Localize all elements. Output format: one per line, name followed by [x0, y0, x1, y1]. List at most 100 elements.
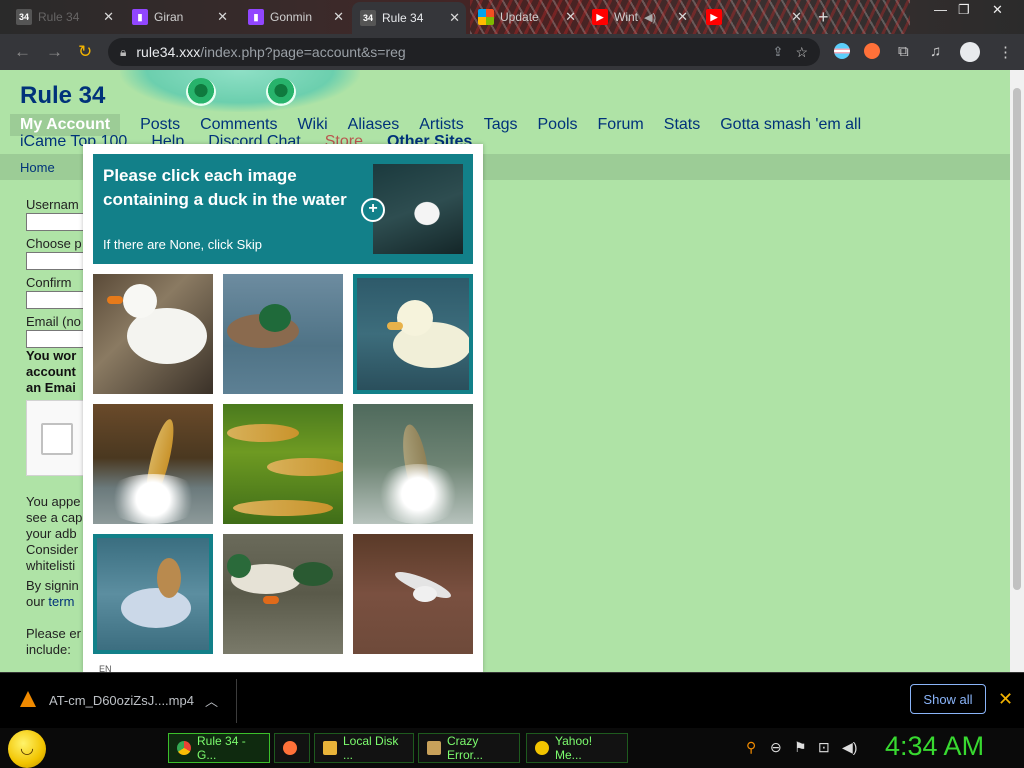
image-tile-6[interactable]: [353, 404, 473, 524]
new-tab-icon[interactable]: +: [818, 7, 829, 28]
image-tile-8[interactable]: [223, 534, 343, 654]
warning-line-2: account: [26, 364, 76, 379]
captcha-challenge: Please click each image containing a duc…: [83, 144, 483, 672]
password-field[interactable]: [26, 252, 88, 270]
task-label: Local Disk ...: [343, 734, 399, 762]
minimize-icon[interactable]: —: [934, 2, 947, 17]
duck-bill-shape: [387, 322, 403, 330]
fish-shape: [227, 424, 299, 442]
download-filename[interactable]: AT-cm_D60oziZsJ....mp4: [49, 693, 194, 708]
tray-circle-icon[interactable]: ⊖: [770, 739, 782, 756]
audio-playing-icon[interactable]: ◀): [644, 11, 656, 24]
language-selector[interactable]: EN: [99, 664, 112, 672]
close-tab-icon[interactable]: ✕: [791, 9, 802, 25]
task-label: Yahoo! Me...: [555, 734, 593, 762]
puzzle-extensions-icon[interactable]: ⧉: [898, 43, 909, 60]
start-button[interactable]: ◡: [8, 730, 46, 768]
microsoft-icon: [478, 9, 494, 25]
terms-link[interactable]: term: [48, 594, 74, 609]
close-tab-icon[interactable]: ✕: [333, 9, 344, 25]
sub-nav-home[interactable]: Home: [20, 160, 55, 175]
nav-artists[interactable]: Artists: [419, 116, 463, 134]
close-tab-icon[interactable]: ✕: [565, 9, 576, 25]
tab-rule34-1[interactable]: 34 Rule 34 ✕: [8, 4, 120, 30]
media-control-icon[interactable]: ♫: [930, 43, 941, 60]
maximize-icon[interactable]: ❐: [958, 2, 970, 18]
image-tile-9[interactable]: [353, 534, 473, 654]
close-tab-icon[interactable]: ✕: [103, 9, 114, 25]
image-tile-5[interactable]: [223, 404, 343, 524]
address-bar[interactable]: 🔒︎ rule34.xxx /index.php?page=account&s=…: [108, 38, 820, 66]
task-chrome[interactable]: Rule 34 - G...: [168, 733, 270, 763]
download-divider: [236, 679, 237, 723]
task-crazy-error[interactable]: Crazy Error...: [418, 733, 520, 763]
nav-aliases[interactable]: Aliases: [348, 116, 400, 134]
taskbar: ◡ Rule 34 - G... Local Disk ... Crazy Er…: [0, 728, 1024, 768]
bird-body-shape: [413, 586, 437, 602]
chevron-up-icon[interactable]: ︿: [205, 691, 218, 710]
close-tab-icon[interactable]: ✕: [449, 10, 460, 26]
lock-icon[interactable]: 🔒︎: [120, 45, 126, 60]
back-icon[interactable]: ←: [14, 42, 31, 62]
tab-youtube-2[interactable]: ▶ ✕: [698, 4, 808, 30]
duck-head-shape: [123, 284, 157, 318]
nav-tags[interactable]: Tags: [484, 116, 518, 134]
close-tab-icon[interactable]: ✕: [217, 9, 228, 25]
example-duck-image[interactable]: [373, 164, 463, 254]
close-tab-icon[interactable]: ✕: [677, 9, 688, 25]
clock[interactable]: 4:34 AM: [885, 731, 984, 762]
tab-twitch-2[interactable]: ▮ Gonmin ✕: [240, 4, 350, 30]
captcha-checkbox[interactable]: [41, 423, 73, 455]
image-tile-7[interactable]: [93, 534, 213, 654]
mallard-head-shape: [227, 554, 251, 578]
image-tile-2[interactable]: [223, 274, 343, 394]
username-field[interactable]: [26, 213, 88, 231]
tab-rule34-active[interactable]: 34 Rule 34 ✕: [352, 2, 466, 34]
nav-posts[interactable]: Posts: [140, 116, 180, 134]
nav-gotta-smash[interactable]: Gotta smash 'em all: [720, 116, 861, 134]
email-field[interactable]: [26, 330, 88, 348]
expand-example-icon[interactable]: +: [361, 198, 385, 222]
nav-comments[interactable]: Comments: [200, 116, 277, 134]
nav-forum[interactable]: Forum: [598, 116, 644, 134]
task-local-disk[interactable]: Local Disk ...: [314, 733, 414, 763]
tab-twitch-1[interactable]: ▮ Giran ✕: [124, 4, 234, 30]
fish-shape: [233, 500, 333, 516]
image-tile-1[interactable]: [93, 274, 213, 394]
nav-pools[interactable]: Pools: [538, 116, 578, 134]
scrollbar-thumb[interactable]: [1013, 88, 1021, 590]
task-firefox[interactable]: [274, 733, 310, 763]
reload-icon[interactable]: ↻: [78, 42, 92, 62]
volume-icon[interactable]: ◀): [842, 739, 857, 756]
nav-wiki[interactable]: Wiki: [297, 116, 327, 134]
page-scrollbar[interactable]: [1010, 70, 1024, 672]
tab-title: Rule 34: [382, 11, 424, 25]
signing-line-2: our term: [26, 594, 86, 610]
search-icon[interactable]: ⚲: [746, 739, 756, 756]
tab-update[interactable]: Update ✕: [470, 4, 582, 30]
extension-flag-icon[interactable]: [834, 43, 850, 59]
image-tile-3[interactable]: [353, 274, 473, 394]
pale-duck-shape: [121, 588, 191, 628]
nav-stats[interactable]: Stats: [664, 116, 700, 134]
menu-dots-icon[interactable]: ⋮: [998, 43, 1013, 61]
site-title[interactable]: Rule 34: [20, 82, 105, 110]
tab-title: Rule 34: [38, 10, 80, 24]
task-yahoo[interactable]: Yahoo! Me...: [526, 733, 628, 763]
tab-youtube-1[interactable]: ▶ Wint ◀) ✕: [584, 4, 694, 30]
please-line-1: Please er: [26, 626, 81, 641]
extension-fire-icon[interactable]: [864, 43, 880, 59]
show-all-button[interactable]: Show all: [910, 684, 986, 714]
forward-icon[interactable]: →: [46, 42, 63, 62]
download-bar: AT-cm_D60oziZsJ....mp4 ︿ Show all ✕: [0, 672, 1024, 729]
bookmark-star-icon[interactable]: ☆: [795, 44, 808, 61]
mallard-head-shape: [259, 304, 291, 332]
image-tile-4[interactable]: [93, 404, 213, 524]
share-icon[interactable]: ⇪: [773, 44, 784, 60]
network-icon[interactable]: ⊡: [818, 739, 830, 756]
profile-avatar-icon[interactable]: [960, 42, 980, 62]
close-window-icon[interactable]: ✕: [992, 2, 1003, 18]
close-icon[interactable]: ✕: [998, 689, 1013, 710]
confirm-password-field[interactable]: [26, 291, 88, 309]
flag-icon[interactable]: ⚑: [794, 739, 807, 756]
